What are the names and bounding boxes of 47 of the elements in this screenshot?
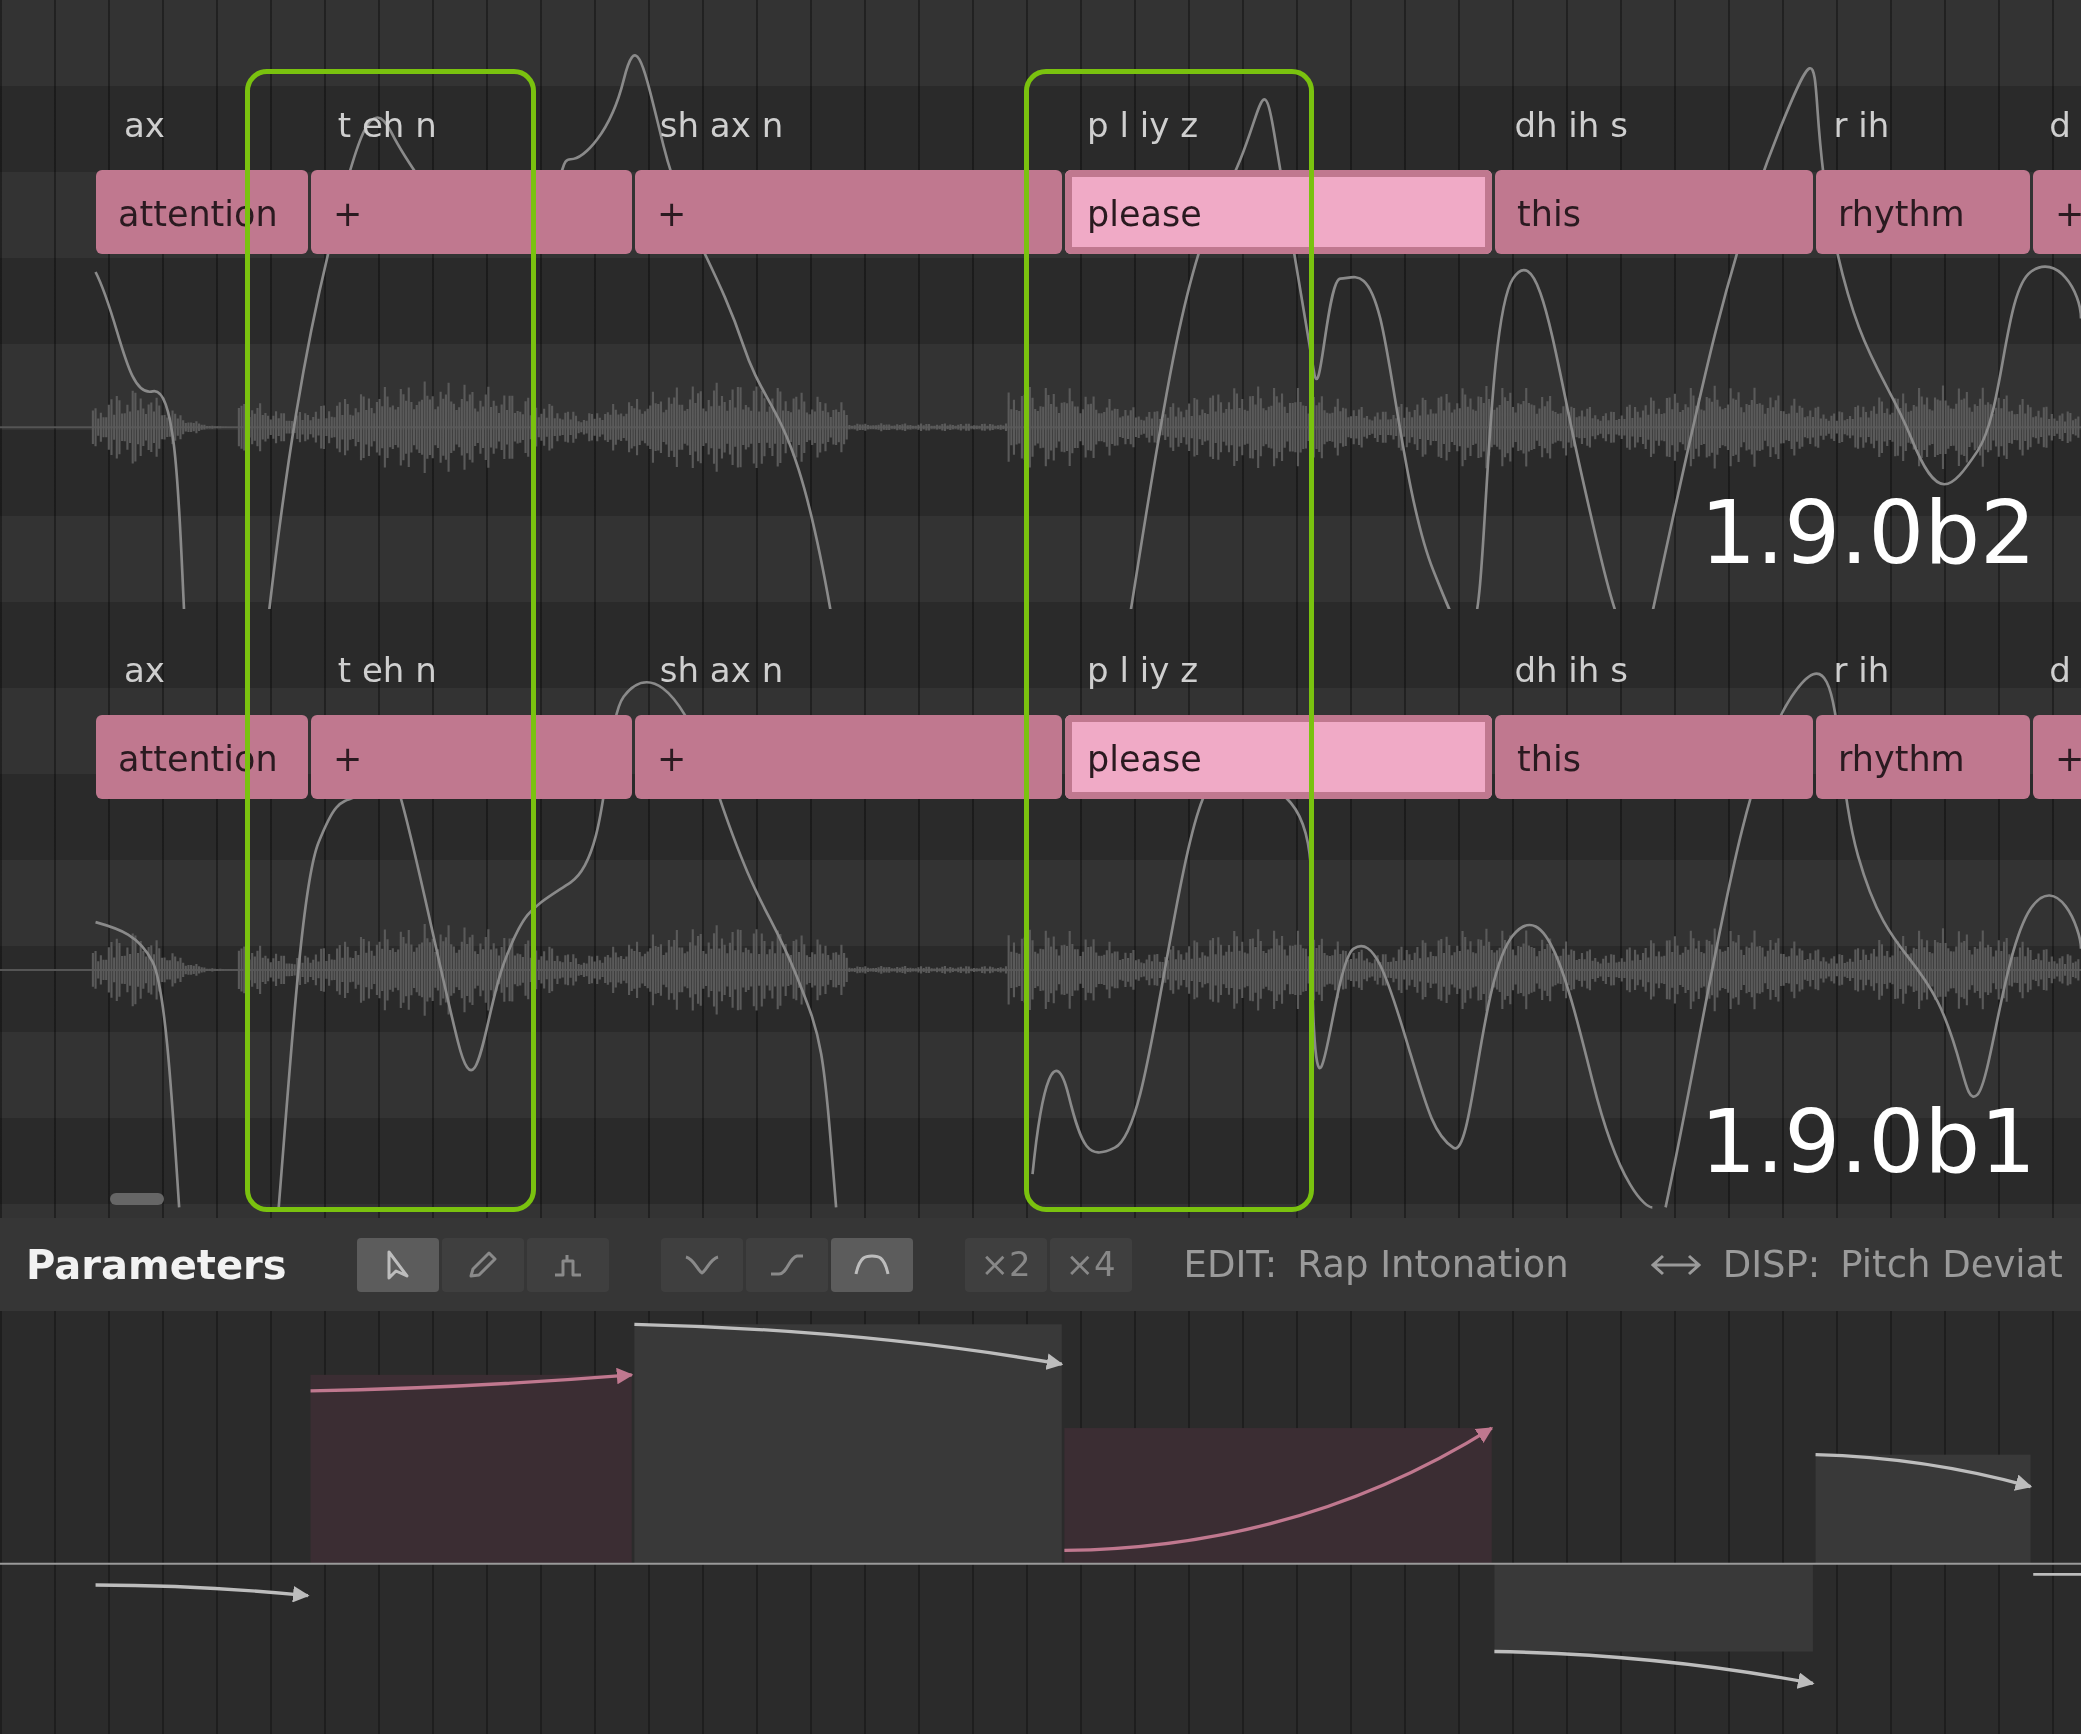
arch-tool-button[interactable] xyxy=(830,1237,913,1292)
disp-value[interactable]: Pitch Deviat xyxy=(1840,1236,2063,1293)
note-block[interactable]: please xyxy=(1065,170,1492,254)
dip-tool-button[interactable] xyxy=(660,1237,743,1292)
rise-curve-icon xyxy=(768,1253,805,1276)
phoneme-label: p l iy z xyxy=(1086,104,1199,147)
phoneme-label: r ih xyxy=(1832,104,1891,147)
arch-curve-icon xyxy=(853,1253,890,1276)
disp-label: DISP: xyxy=(1722,1241,1821,1288)
note-block[interactable]: rhythm xyxy=(1816,170,2030,254)
phoneme-label: t eh n xyxy=(336,649,438,692)
edit-value[interactable]: Rap Intonation xyxy=(1297,1236,1569,1293)
phoneme-label: sh ax n xyxy=(658,104,785,147)
multiplier-button[interactable]: ×4 xyxy=(1049,1237,1132,1292)
phoneme-label: sh ax n xyxy=(658,649,785,692)
scroll-handle[interactable] xyxy=(110,1193,164,1205)
pencil-icon xyxy=(468,1251,497,1278)
note-block[interactable]: + xyxy=(2033,715,2081,799)
note-block[interactable]: this xyxy=(1495,715,1813,799)
select-tool-button[interactable] xyxy=(356,1237,439,1292)
note-block[interactable]: + xyxy=(635,715,1062,799)
phoneme-label: d xyxy=(2048,649,2072,692)
step-tool-button[interactable] xyxy=(526,1237,609,1292)
phoneme-label: p l iy z xyxy=(1086,649,1199,692)
step-curve-icon xyxy=(552,1252,583,1277)
note-block[interactable]: + xyxy=(311,170,632,254)
phoneme-label: dh ih s xyxy=(1513,649,1629,692)
phoneme-label: r ih xyxy=(1832,649,1891,692)
version-label: 1.9.0b1 xyxy=(1700,1089,2036,1195)
phoneme-label: ax xyxy=(123,649,166,692)
note-block[interactable]: + xyxy=(311,715,632,799)
note-block[interactable]: + xyxy=(2033,170,2081,254)
note-block[interactable]: + xyxy=(635,170,1062,254)
multiplier-button[interactable]: ×2 xyxy=(964,1237,1047,1292)
phoneme-label: dh ih s xyxy=(1513,104,1629,147)
panel-title: Parameters xyxy=(26,1240,287,1290)
rise-tool-button[interactable] xyxy=(745,1237,828,1292)
pencil-tool-button[interactable] xyxy=(441,1237,524,1292)
note-block[interactable]: this xyxy=(1495,170,1813,254)
phoneme-label: ax xyxy=(123,104,166,147)
note-block[interactable]: rhythm xyxy=(1816,715,2030,799)
version-label: 1.9.0b2 xyxy=(1700,480,2036,586)
cursor-icon xyxy=(386,1249,409,1280)
edit-label: EDIT: xyxy=(1183,1241,1278,1288)
dip-curve-icon xyxy=(683,1254,720,1275)
note-block[interactable]: please xyxy=(1065,715,1492,799)
phoneme-label: d xyxy=(2048,104,2072,147)
